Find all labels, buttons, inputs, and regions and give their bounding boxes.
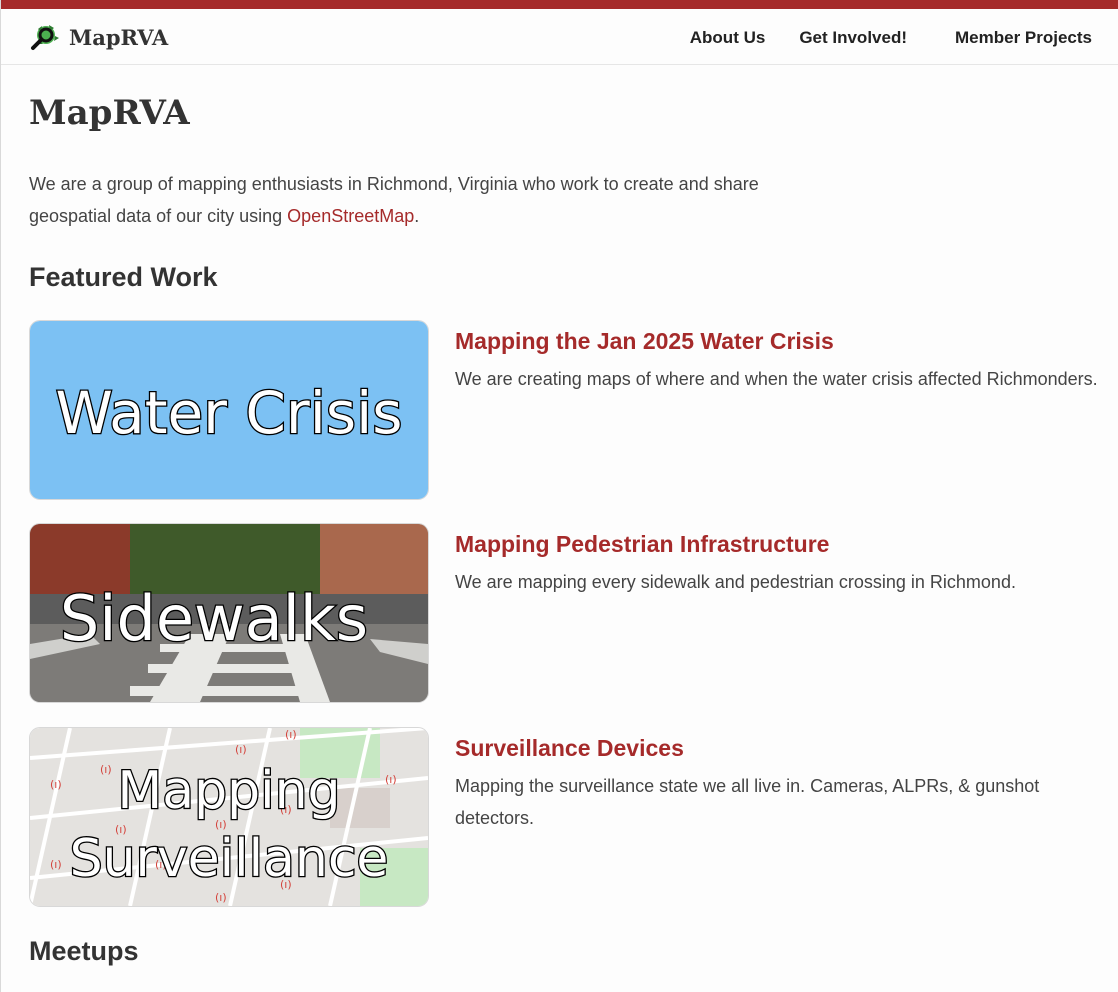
- project-title-link[interactable]: Mapping Pedestrian Infrastructure: [455, 531, 1105, 558]
- logo-text: MapRVA: [69, 24, 169, 50]
- project-card-sidewalks: Sidewalks Mapping Pedestrian Infrastruct…: [29, 523, 1109, 703]
- project-body: Mapping the Jan 2025 Water Crisis We are…: [455, 328, 1105, 395]
- project-body: Mapping Pedestrian Infrastructure We are…: [455, 531, 1105, 598]
- surveillance-image-text-line2: Surveillance: [70, 829, 389, 889]
- main-nav: About Us Get Involved! Member Projects: [656, 28, 1092, 48]
- svg-text:(ı): (ı): [235, 743, 247, 756]
- project-body: Surveillance Devices Mapping the surveil…: [455, 735, 1105, 834]
- nav-about-us[interactable]: About Us: [690, 28, 766, 48]
- project-card-surveillance: (ı) (ı) (ı) (ı) (ı) (ı) (ı) (ı) (ı) (ı) …: [29, 727, 1109, 907]
- svg-text:(ı): (ı): [215, 891, 227, 904]
- svg-text:(ı): (ı): [100, 763, 112, 776]
- svg-text:(ı): (ı): [385, 773, 397, 786]
- magnifier-map-icon: [31, 25, 59, 50]
- sidewalks-image-text: Sidewalks: [60, 582, 368, 655]
- water-crisis-image[interactable]: Water Crisis: [29, 320, 429, 500]
- project-card-water-crisis: Water Crisis Mapping the Jan 2025 Water …: [29, 320, 1109, 500]
- nav-member-projects[interactable]: Member Projects: [955, 28, 1092, 48]
- intro-end: .: [414, 206, 420, 226]
- page-title: MapRVA: [29, 93, 190, 133]
- site-header: MapRVA About Us Get Involved! Member Pro…: [1, 9, 1118, 65]
- project-title-link[interactable]: Mapping the Jan 2025 Water Crisis: [455, 328, 1105, 355]
- project-description: We are mapping every sidewalk and pedest…: [455, 572, 1016, 592]
- project-title-link[interactable]: Surveillance Devices: [455, 735, 1105, 762]
- water-crisis-image-text: Water Crisis: [56, 379, 403, 447]
- site-logo-link[interactable]: MapRVA: [29, 23, 168, 51]
- nav-get-involved[interactable]: Get Involved!: [799, 28, 907, 48]
- surveillance-image-text-line1: Mapping: [117, 761, 340, 821]
- project-description: Mapping the surveillance state we all li…: [455, 776, 1040, 828]
- svg-text:(ı): (ı): [50, 778, 62, 791]
- meetups-heading: Meetups: [29, 936, 139, 966]
- featured-work-heading: Featured Work: [29, 262, 218, 292]
- sidewalks-image[interactable]: Sidewalks: [29, 523, 429, 703]
- svg-text:(ı): (ı): [285, 728, 297, 741]
- openstreetmap-link[interactable]: OpenStreetMap: [287, 206, 414, 226]
- top-accent-bar: [1, 0, 1118, 9]
- project-description: We are creating maps of where and when t…: [455, 369, 1098, 389]
- intro-paragraph: We are a group of mapping enthusiasts in…: [29, 168, 809, 232]
- svg-text:(ı): (ı): [50, 858, 62, 871]
- surveillance-map-image[interactable]: (ı) (ı) (ı) (ı) (ı) (ı) (ı) (ı) (ı) (ı) …: [29, 727, 429, 907]
